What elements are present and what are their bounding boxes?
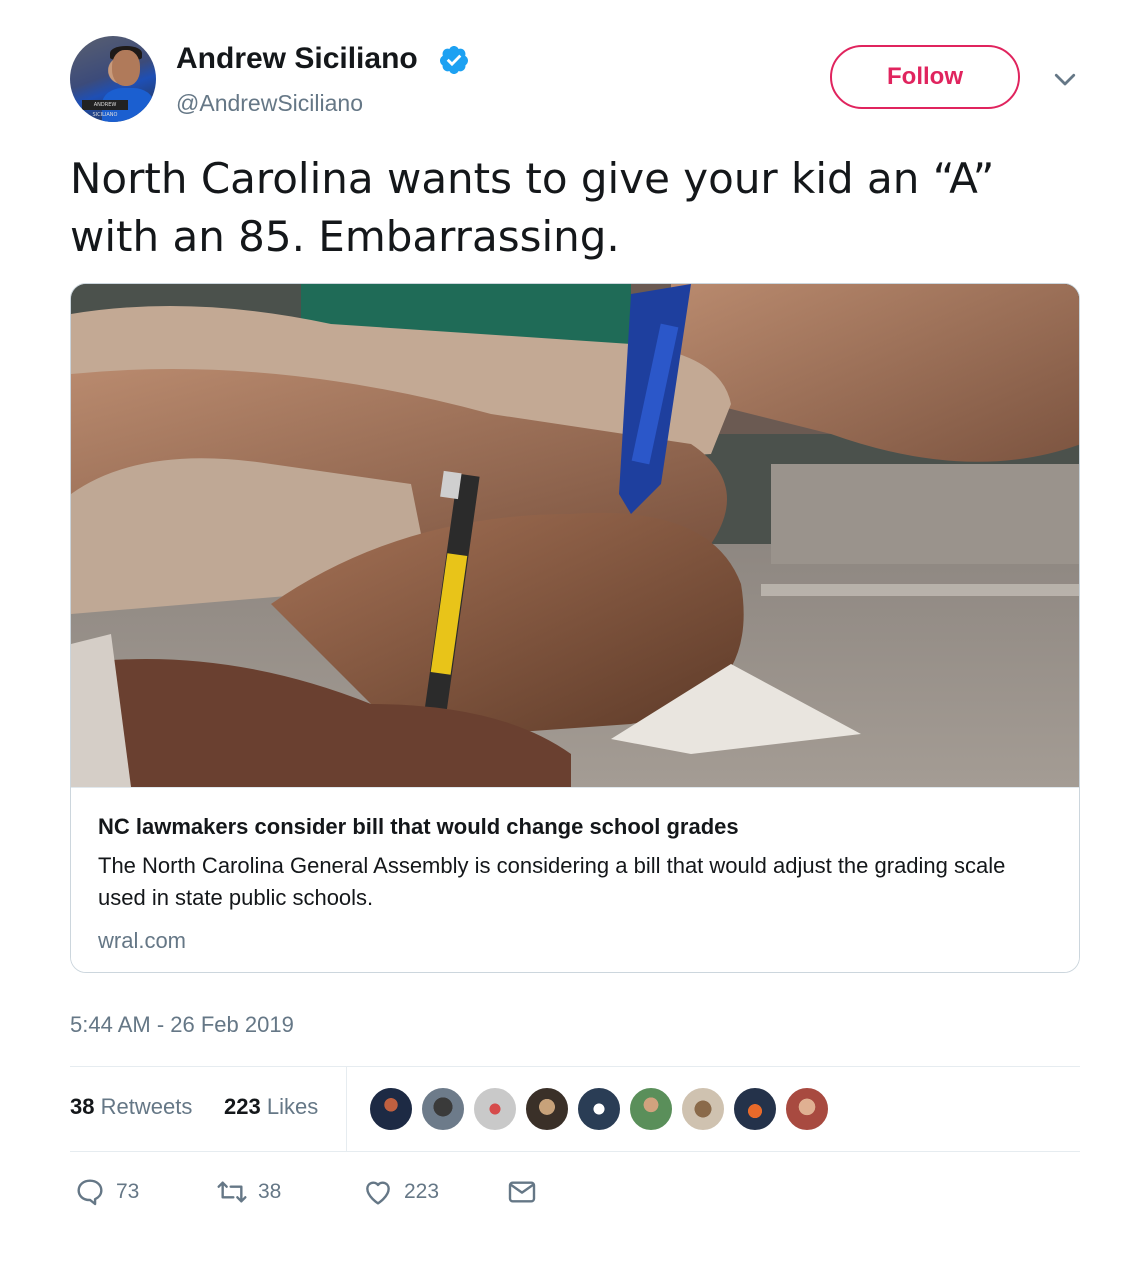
author-name[interactable]: Andrew Siciliano [176,42,418,76]
retweets-count: 38 [70,1094,95,1119]
avatar-caption: ANDREW SICILIANO [82,100,128,118]
liker-avatar[interactable] [576,1086,622,1132]
chevron-down-icon[interactable] [1050,64,1080,94]
reply-count: 73 [116,1180,140,1203]
likes-stat[interactable]: 223 Likes [224,1094,318,1120]
liker-avatar[interactable] [524,1086,570,1132]
retweet-count: 38 [258,1180,282,1203]
reply-action[interactable]: 73 [74,1176,139,1208]
card-body: NC lawmakers consider bill that would ch… [71,787,1079,972]
tweet-actions: 73 38 223 [70,1170,670,1220]
card-title[interactable]: NC lawmakers consider bill that would ch… [98,814,739,840]
verified-icon [439,46,468,74]
reply-icon [77,1179,103,1206]
message-icon [508,1181,536,1203]
liker-avatar[interactable] [784,1086,830,1132]
liker-avatar[interactable] [420,1086,466,1132]
like-action[interactable]: 223 [362,1176,439,1208]
liker-avatar[interactable] [368,1086,414,1132]
like-count: 223 [404,1180,440,1203]
likes-count: 223 [224,1094,261,1119]
liker-avatar[interactable] [680,1086,726,1132]
tweet-header: ANDREW SICILIANO Andrew Siciliano @Andre… [70,36,1080,126]
stats-separator [346,1067,347,1151]
card-description: The North Carolina General Assembly is c… [98,853,1006,910]
like-icon [366,1181,390,1205]
card-domain: wral.com [98,928,187,953]
card-image [71,284,1079,787]
avatar-face [112,50,140,86]
retweets-label: Retweets [100,1094,193,1119]
retweet-action[interactable]: 38 [216,1176,281,1208]
follow-button[interactable]: Follow [830,45,1020,109]
avatar[interactable]: ANDREW SICILIANO [70,36,156,122]
tweet-text: North Carolina wants to give your kid an… [70,154,995,261]
liker-avatar[interactable] [472,1086,518,1132]
divider [70,1151,1080,1152]
link-card[interactable]: NC lawmakers consider bill that would ch… [70,283,1080,973]
liker-avatar[interactable] [628,1086,674,1132]
liker-avatar[interactable] [732,1086,778,1132]
retweet-icon [217,1181,247,1203]
author-handle[interactable]: @AndrewSiciliano [176,90,363,117]
retweets-stat[interactable]: 38 Retweets [70,1094,192,1120]
engagement-stats: 38 Retweets 223 Likes [70,1067,1080,1151]
card-photo-illustration [71,284,1079,787]
likes-label: Likes [266,1094,319,1119]
tweet-timestamp[interactable]: 5:44 AM - 26 Feb 2019 [70,1012,294,1038]
message-action[interactable] [506,1176,538,1208]
